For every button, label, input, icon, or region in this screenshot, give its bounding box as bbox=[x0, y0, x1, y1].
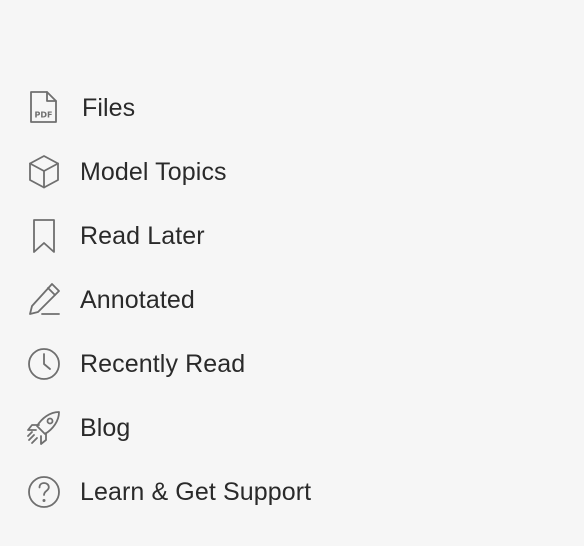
rocket-icon bbox=[25, 409, 63, 447]
sidebar-item-label: Model Topics bbox=[80, 158, 227, 186]
sidebar-item-label: Blog bbox=[80, 414, 131, 442]
pdf-file-icon: PDF bbox=[25, 89, 63, 127]
question-circle-icon bbox=[25, 473, 63, 511]
sidebar-nav: PDF Files Model Topics Read Later Annota… bbox=[0, 76, 584, 524]
sidebar-item-label: Read Later bbox=[80, 222, 205, 250]
pencil-icon bbox=[25, 281, 63, 319]
clock-icon bbox=[25, 345, 63, 383]
bookmark-icon bbox=[25, 217, 63, 255]
pdf-icon-text: PDF bbox=[35, 111, 53, 120]
sidebar-item-annotated[interactable]: Annotated bbox=[0, 268, 584, 332]
sidebar-item-model-topics[interactable]: Model Topics bbox=[0, 140, 584, 204]
sidebar-item-learn-support[interactable]: Learn & Get Support bbox=[0, 460, 584, 524]
sidebar-item-read-later[interactable]: Read Later bbox=[0, 204, 584, 268]
sidebar-item-label: Learn & Get Support bbox=[80, 478, 312, 506]
sidebar-item-blog[interactable]: Blog bbox=[0, 396, 584, 460]
sidebar-item-label: Annotated bbox=[80, 286, 195, 314]
sidebar-item-files[interactable]: PDF Files bbox=[0, 76, 584, 140]
cube-icon bbox=[25, 153, 63, 191]
sidebar-item-recently-read[interactable]: Recently Read bbox=[0, 332, 584, 396]
sidebar-item-label: Files bbox=[82, 94, 136, 122]
sidebar-item-label: Recently Read bbox=[80, 350, 246, 378]
